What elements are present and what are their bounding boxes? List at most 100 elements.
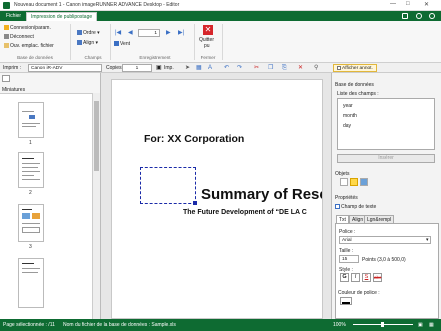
field-item[interactable]: year — [343, 103, 353, 109]
thumb-text — [22, 167, 38, 168]
text-field-label: Champ de texte — [341, 204, 377, 210]
thumb-text — [22, 158, 34, 159]
select-object-icon[interactable] — [340, 178, 348, 186]
show-record-button[interactable]: Vent — [114, 41, 130, 47]
field-item[interactable]: day — [343, 123, 351, 129]
print-toolbar: Imprim : Canon iR-ADV Copies : 1 ▣ Imp. … — [0, 63, 441, 73]
show-annotations-toggle[interactable]: Afficher annot. — [333, 64, 377, 72]
thumb-text — [22, 263, 34, 264]
thumb-image — [22, 213, 30, 219]
for-company-text[interactable]: For: XX Corporation — [144, 133, 244, 145]
font-color-label: Couleur de police : — [338, 290, 380, 296]
thumb-text — [22, 126, 36, 127]
fit-width-icon[interactable]: ▦ — [429, 322, 434, 328]
show-annotations-label: Afficher annot. — [342, 66, 373, 71]
printer-select[interactable]: Canon iR-ADV — [28, 64, 102, 72]
prev-record-icon[interactable]: ◀ — [128, 29, 133, 36]
connect-settings-button[interactable]: Connexion/param. — [4, 25, 51, 31]
maximize-icon[interactable]: □ — [406, 1, 410, 7]
disconnect-button[interactable]: Déconnect — [4, 34, 34, 40]
show-label: Vent — [120, 41, 131, 47]
ribbon-tab-bar: Fichier Impression de publipostage — [0, 11, 441, 21]
objects-section-label: Objets — [335, 171, 350, 177]
first-record-icon[interactable]: |◀ — [115, 29, 121, 36]
panel-tab-icon[interactable] — [2, 75, 10, 82]
page-selected-status: Page sélectionnée : /11 — [3, 322, 55, 328]
page-thumbnail[interactable] — [18, 204, 44, 242]
pointer-icon[interactable]: ➤ — [185, 65, 190, 71]
next-record-icon[interactable]: ▶ — [166, 29, 171, 36]
status-bar: Page sélectionnée : /11 Nom du fichier d… — [0, 319, 441, 331]
thumbnail-scrollbar[interactable] — [92, 93, 100, 319]
zoom-slider-thumb[interactable] — [381, 322, 384, 327]
delete-icon[interactable]: ✕ — [298, 65, 303, 71]
copy-icon[interactable]: ❐ — [268, 65, 273, 71]
tab-fichier[interactable]: Fichier — [2, 12, 25, 21]
group-label-fields: Champs — [84, 55, 102, 60]
selected-text-field[interactable] — [140, 167, 196, 204]
font-select[interactable]: Arial — [339, 236, 431, 244]
text-field-header: Champ de texte — [335, 204, 376, 210]
page-thumbnail[interactable] — [18, 258, 44, 308]
summary-heading[interactable]: Summary of Rese — [201, 186, 322, 203]
subtitle-text[interactable]: The Future Development of “DE LA C — [183, 209, 307, 216]
copies-field[interactable]: 1 — [122, 64, 152, 72]
text-icon[interactable]: A — [208, 65, 212, 71]
cut-icon[interactable]: ✂ — [254, 65, 259, 71]
quit-button[interactable]: ✕ Quitter pu — [199, 25, 217, 51]
ruler-marker[interactable] — [94, 103, 99, 119]
last-record-icon[interactable]: ▶| — [178, 29, 184, 36]
document-canvas: For: XX Corporation Summary of Rese The … — [94, 73, 331, 319]
insert-button[interactable]: Insérer — [337, 154, 435, 163]
fields-list[interactable]: year month day — [337, 98, 435, 150]
thumb-text — [22, 171, 40, 172]
record-number-field[interactable]: 1 — [138, 29, 160, 37]
image-object-icon[interactable] — [360, 178, 368, 186]
folder-icon — [4, 43, 9, 49]
font-color-picker[interactable] — [340, 297, 352, 305]
thumb-text — [22, 163, 40, 164]
zoom-level: 100% — [333, 322, 346, 328]
settings-icon[interactable] — [402, 13, 408, 19]
thumbnail-page-number: 2 — [29, 190, 32, 196]
align-button[interactable]: Align ▾ — [77, 40, 98, 46]
quit-label-line2: pu — [204, 43, 210, 49]
help-icon[interactable] — [416, 13, 422, 19]
properties-section-label: Propriétés — [335, 195, 358, 201]
thumb-text — [22, 111, 34, 112]
thumb-text — [22, 223, 40, 224]
resize-handle[interactable] — [193, 201, 197, 205]
quit-icon: ✕ — [203, 25, 213, 35]
thumbnails-icon[interactable]: ▦ — [196, 65, 202, 71]
redo-icon[interactable]: ↷ — [237, 65, 242, 71]
print-icon[interactable]: ▣ — [156, 65, 162, 71]
thumb-image — [29, 115, 35, 119]
italic-button[interactable]: I — [351, 273, 360, 282]
order-button[interactable]: Ordre ▾ — [77, 30, 100, 36]
field-item[interactable]: month — [343, 113, 357, 119]
undo-icon[interactable]: ↶ — [224, 65, 229, 71]
open-file-location-button[interactable]: Ouv. emplac. fichier — [4, 43, 54, 49]
print-label[interactable]: Imp. — [164, 65, 174, 71]
ribbon: Connexion/param. Déconnect Ouv. emplac. … — [0, 21, 441, 63]
underline-button[interactable]: S — [362, 273, 371, 282]
thumb-table — [22, 227, 40, 233]
page-thumbnail[interactable] — [18, 102, 44, 138]
info-icon[interactable] — [429, 13, 435, 19]
text-object-icon[interactable] — [350, 178, 358, 186]
tab-mail-merge-print[interactable]: Impression de publipostage — [26, 12, 98, 21]
thumb-text — [22, 123, 40, 124]
page-thumbnail[interactable] — [18, 152, 44, 188]
close-icon[interactable]: ✕ — [424, 1, 429, 8]
strikethrough-button[interactable]: abc — [373, 273, 382, 282]
bold-button[interactable]: G — [340, 273, 349, 282]
size-select[interactable]: 15 — [339, 255, 359, 263]
document-page[interactable]: For: XX Corporation Summary of Rese The … — [111, 79, 323, 319]
zoom-icon[interactable]: ⚲ — [314, 65, 318, 71]
paste-icon[interactable]: ⎘ — [282, 65, 287, 71]
fit-page-icon[interactable]: ▣ — [418, 322, 423, 328]
font-dropdown-icon[interactable]: ▾ — [426, 237, 429, 243]
minimize-icon[interactable]: — — [390, 1, 396, 7]
thumb-text — [22, 272, 38, 273]
checkbox-icon — [337, 65, 341, 70]
